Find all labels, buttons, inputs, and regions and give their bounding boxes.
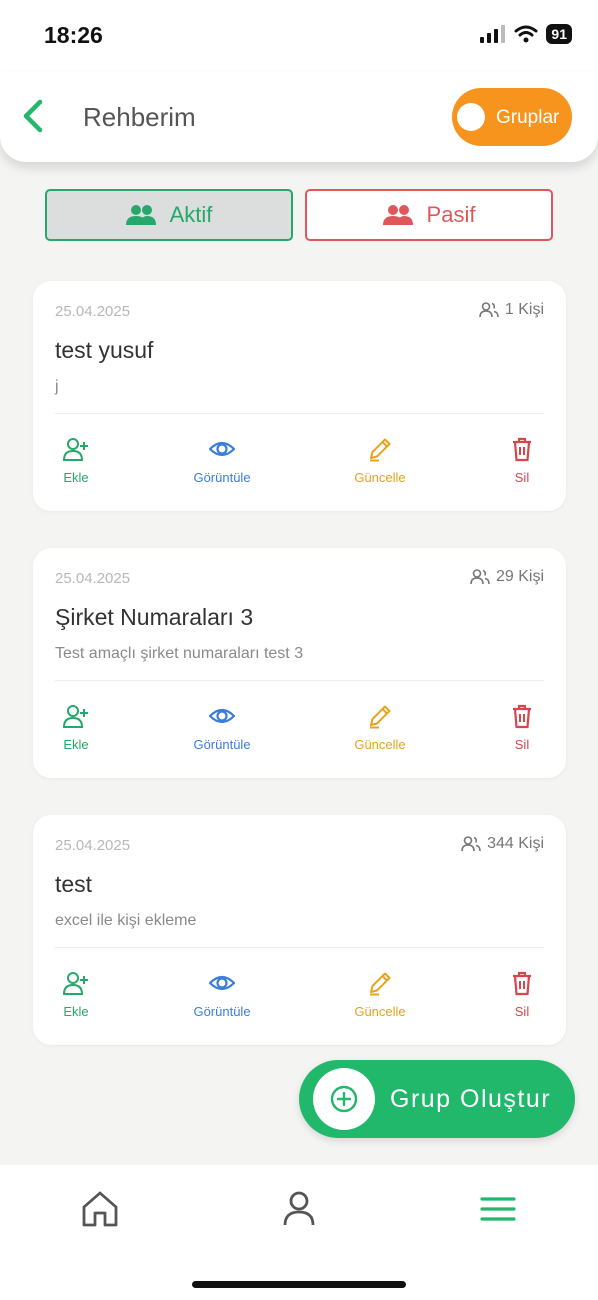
user-plus-icon <box>63 438 88 461</box>
pencil-icon <box>370 705 391 729</box>
edit-button[interactable]: Güncelle <box>330 970 430 1019</box>
edit-label: Güncelle <box>354 470 406 485</box>
member-count: 29 Kişi <box>470 568 544 586</box>
nav-profile[interactable] <box>277 1187 321 1231</box>
chevron-left-icon <box>23 99 43 133</box>
view-label: Görüntüle <box>193 1004 251 1019</box>
groups-toggle[interactable]: Gruplar <box>452 88 572 146</box>
card-actions: Ekle Görüntüle Güncelle Sil <box>33 970 566 1030</box>
page-title: Rehberim <box>83 102 196 132</box>
card-actions: Ekle Görüntüle Güncelle Sil <box>33 703 566 763</box>
back-button[interactable] <box>18 96 50 136</box>
add-label: Ekle <box>63 470 89 485</box>
edit-label: Güncelle <box>354 1004 406 1019</box>
create-group-label: Grup Oluştur <box>390 1085 552 1113</box>
user-plus-icon <box>63 705 88 728</box>
battery-indicator: 91 <box>546 24 572 44</box>
member-count: 344 Kişi <box>461 835 544 853</box>
users-icon <box>382 205 413 225</box>
view-button[interactable]: Görüntüle <box>172 436 272 485</box>
delete-label: Sil <box>514 1004 530 1019</box>
groups-toggle-label: Gruplar <box>496 107 560 128</box>
card-divider <box>55 413 544 414</box>
add-button[interactable]: Ekle <box>26 436 126 485</box>
users-outline-icon <box>470 569 490 585</box>
users-outline-icon <box>479 302 499 318</box>
passive-filter-label: Pasif <box>426 202 476 227</box>
users-icon <box>125 205 156 225</box>
nav-home[interactable] <box>78 1187 122 1231</box>
group-title: test <box>55 871 93 897</box>
menu-icon <box>480 1197 516 1221</box>
profile-icon <box>283 1191 315 1226</box>
add-label: Ekle <box>63 737 89 752</box>
eye-icon <box>209 441 235 457</box>
plus-circle-icon <box>330 1085 358 1113</box>
edit-button[interactable]: Güncelle <box>330 436 430 485</box>
member-count-label: 29 Kişi <box>495 568 544 585</box>
member-count-label: 344 Kişi <box>487 835 544 852</box>
group-title: test yusuf <box>55 337 154 363</box>
group-date: 25.04.2025 <box>55 303 131 320</box>
fab-icon-circle <box>313 1068 375 1130</box>
group-date: 25.04.2025 <box>55 570 131 587</box>
group-description: excel ile kişi ekleme <box>55 912 197 929</box>
pencil-icon <box>370 438 391 462</box>
delete-button[interactable]: Sil <box>472 703 572 752</box>
member-count-label: 1 Kişi <box>504 301 544 318</box>
trash-icon <box>513 704 531 729</box>
trash-icon <box>513 437 531 462</box>
eye-icon <box>209 708 235 724</box>
pencil-icon <box>370 972 391 996</box>
active-filter-button[interactable]: Aktif <box>45 189 293 241</box>
card-divider <box>55 947 544 948</box>
member-count: 1 Kişi <box>479 301 544 319</box>
card-divider <box>55 680 544 681</box>
group-date: 25.04.2025 <box>55 837 131 854</box>
users-outline-icon <box>461 836 481 852</box>
status-bar: 18:26 91 <box>0 0 598 72</box>
app-header: Rehberim Gruplar <box>0 72 598 162</box>
signal-icon <box>480 25 506 43</box>
edit-label: Güncelle <box>354 737 406 752</box>
status-icons: 91 <box>480 24 572 44</box>
add-button[interactable]: Ekle <box>26 703 126 752</box>
eye-icon <box>209 975 235 991</box>
edit-button[interactable]: Güncelle <box>330 703 430 752</box>
group-title: Şirket Numaraları 3 <box>55 604 254 630</box>
user-plus-icon <box>63 972 88 995</box>
group-card: 25.04.2025 29 Kişi Şirket Numaraları 3 T… <box>33 548 566 778</box>
delete-label: Sil <box>514 470 530 485</box>
passive-filter-button[interactable]: Pasif <box>305 189 553 241</box>
group-card: 25.04.2025 1 Kişi test yusuf j Ekle Görü… <box>33 281 566 511</box>
delete-button[interactable]: Sil <box>472 970 572 1019</box>
group-card: 25.04.2025 344 Kişi test excel ile kişi … <box>33 815 566 1045</box>
wifi-icon <box>514 25 538 43</box>
delete-label: Sil <box>514 737 530 752</box>
status-time: 18:26 <box>44 22 103 48</box>
home-icon <box>82 1191 118 1227</box>
home-indicator <box>192 1281 406 1288</box>
group-description: j <box>55 378 59 395</box>
view-button[interactable]: Görüntüle <box>172 970 272 1019</box>
toggle-knob <box>457 103 485 131</box>
bottom-nav <box>0 1165 598 1300</box>
nav-menu[interactable] <box>476 1187 520 1231</box>
view-label: Görüntüle <box>193 470 251 485</box>
create-group-button[interactable]: Grup Oluştur <box>299 1060 575 1138</box>
add-button[interactable]: Ekle <box>26 970 126 1019</box>
delete-button[interactable]: Sil <box>472 436 572 485</box>
view-button[interactable]: Görüntüle <box>172 703 272 752</box>
group-description: Test amaçlı şirket numaraları test 3 <box>55 645 304 662</box>
card-actions: Ekle Görüntüle Güncelle Sil <box>33 436 566 496</box>
trash-icon <box>513 971 531 996</box>
view-label: Görüntüle <box>193 737 251 752</box>
active-filter-label: Aktif <box>169 202 213 227</box>
add-label: Ekle <box>63 1004 89 1019</box>
